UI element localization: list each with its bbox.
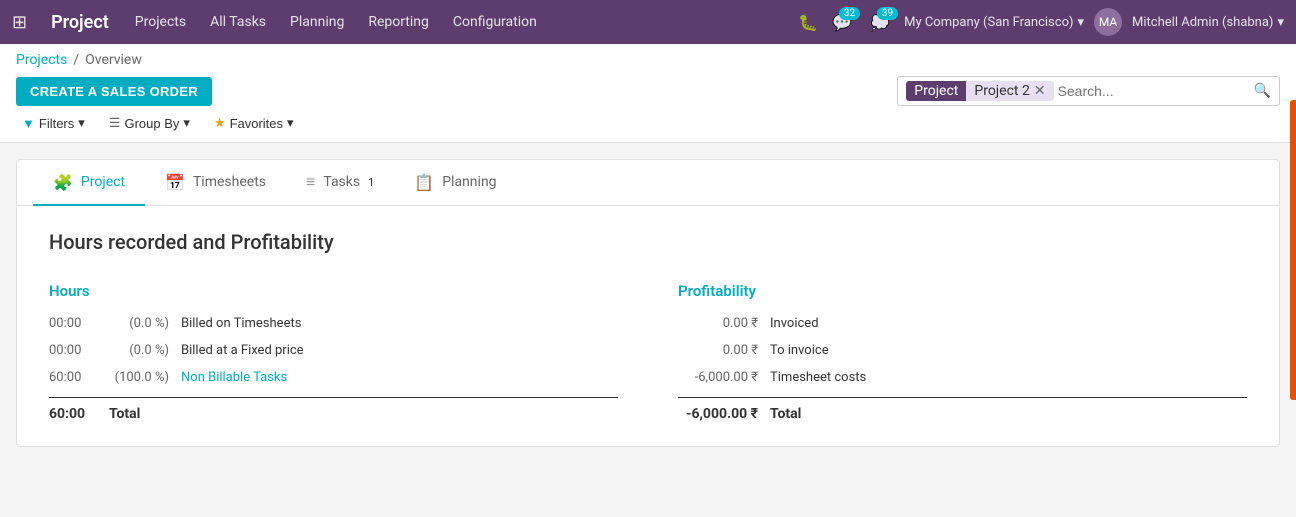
favorites-chevron-icon: ▾ (287, 115, 294, 131)
breadcrumb: Projects / Overview (16, 52, 1280, 68)
chat-badge[interactable]: 💬 32 (828, 9, 856, 36)
breadcrumb-separator: / (73, 52, 79, 68)
navbar-right: 🐛 💬 32 💭 39 My Company (San Francisco) ▾… (798, 8, 1284, 36)
hours-col-title: Hours (49, 282, 618, 300)
nav-planning[interactable]: Planning (280, 8, 354, 36)
user-name[interactable]: Mitchell Admin (shabna) ▾ (1132, 15, 1284, 30)
tag-label: Project (906, 81, 966, 101)
puzzle-icon: 🧩 (53, 173, 73, 192)
profit-row-0: 0.00 ₹ Invoiced (678, 316, 1247, 331)
planning-icon: 📋 (414, 173, 434, 192)
nav-links: Projects All Tasks Planning Reporting Co… (125, 8, 783, 36)
tasks-count: 1 (368, 176, 374, 189)
hours-row-0: 00:00 (0.0 %) Billed on Timesheets (49, 316, 618, 331)
tab-planning[interactable]: 📋 Planning (394, 160, 516, 206)
scroll-indicator (1290, 100, 1296, 400)
profitability-column: Profitability 0.00 ₹ Invoiced 0.00 ₹ To … (678, 282, 1247, 422)
sub-header-row: CREATE A SALES ORDER Project Project 2 ✕… (16, 76, 1280, 106)
message-badge[interactable]: 💭 39 (866, 9, 894, 36)
breadcrumb-current: Overview (85, 52, 142, 68)
groupby-icon: ☰ (109, 115, 121, 131)
hours-row-1: 00:00 (0.0 %) Billed at a Fixed price (49, 343, 618, 358)
nav-configuration[interactable]: Configuration (443, 8, 547, 36)
create-sales-order-button[interactable]: CREATE A SALES ORDER (16, 77, 212, 106)
app-name: Project (51, 12, 109, 33)
hours-row-2: 60:00 (100.0 %) Non Billable Tasks (49, 370, 618, 385)
main-content: 🧩 Project 📅 Timesheets ≡ Tasks 1 📋 Plann… (0, 143, 1296, 463)
profit-total-row: -6,000.00 ₹ Total (678, 397, 1247, 422)
user-chevron-icon: ▾ (1277, 15, 1284, 30)
navbar: ⊞ Project Projects All Tasks Planning Re… (0, 0, 1296, 44)
tab-bar: 🧩 Project 📅 Timesheets ≡ Tasks 1 📋 Plann… (17, 160, 1279, 206)
tasks-icon: ≡ (306, 172, 315, 192)
search-wrapper: Project Project 2 ✕ 🔍 (897, 76, 1280, 106)
company-selector[interactable]: My Company (San Francisco) ▾ (904, 15, 1084, 30)
tag-close-icon[interactable]: ✕ (1034, 83, 1046, 99)
avatar[interactable]: MA (1094, 8, 1122, 36)
calendar-icon: 📅 (165, 173, 185, 192)
filters-chevron-icon: ▾ (78, 115, 85, 131)
group-by-button[interactable]: ☰ Group By ▾ (103, 112, 196, 134)
chat-count: 32 (839, 7, 860, 20)
bug-icon[interactable]: 🐛 (798, 13, 818, 32)
nav-all-tasks[interactable]: All Tasks (200, 8, 276, 36)
nav-projects[interactable]: Projects (125, 8, 196, 36)
content-body: Hours recorded and Profitability Hours 0… (17, 206, 1279, 446)
section-title: Hours recorded and Profitability (49, 230, 1247, 254)
tab-project[interactable]: 🧩 Project (33, 160, 145, 206)
profitability-col-title: Profitability (678, 282, 1247, 300)
search-input[interactable] (1054, 79, 1254, 103)
hours-total-row: 60:00 Total (49, 397, 618, 422)
data-section: Hours 00:00 (0.0 %) Billed on Timesheets… (49, 282, 1247, 422)
filters-button[interactable]: ▼ Filters ▾ (16, 112, 91, 134)
star-icon: ★ (214, 115, 226, 131)
tag-value: Project 2 ✕ (966, 81, 1053, 101)
filter-icon: ▼ (22, 116, 35, 131)
breadcrumb-parent[interactable]: Projects (16, 52, 67, 68)
content-card: 🧩 Project 📅 Timesheets ≡ Tasks 1 📋 Plann… (16, 159, 1280, 447)
search-icon[interactable]: 🔍 (1254, 83, 1271, 99)
favorites-button[interactable]: ★ Favorites ▾ (208, 112, 300, 134)
profit-row-1: 0.00 ₹ To invoice (678, 343, 1247, 358)
company-name: My Company (San Francisco) (904, 15, 1073, 30)
search-bar: Project Project 2 ✕ 🔍 (897, 76, 1280, 106)
filter-controls: ▼ Filters ▾ ☰ Group By ▾ ★ Favorites ▾ (16, 112, 1280, 134)
nav-reporting[interactable]: Reporting (358, 8, 439, 36)
message-count: 39 (877, 7, 898, 20)
hours-column: Hours 00:00 (0.0 %) Billed on Timesheets… (49, 282, 618, 422)
tab-tasks[interactable]: ≡ Tasks 1 (286, 160, 394, 206)
company-chevron-icon: ▾ (1078, 15, 1085, 30)
groupby-chevron-icon: ▾ (183, 115, 190, 131)
profit-row-2: -6,000.00 ₹ Timesheet costs (678, 370, 1247, 385)
sub-header: Projects / Overview CREATE A SALES ORDER… (0, 44, 1296, 143)
tab-timesheets[interactable]: 📅 Timesheets (145, 160, 286, 206)
grid-icon[interactable]: ⊞ (12, 12, 27, 33)
